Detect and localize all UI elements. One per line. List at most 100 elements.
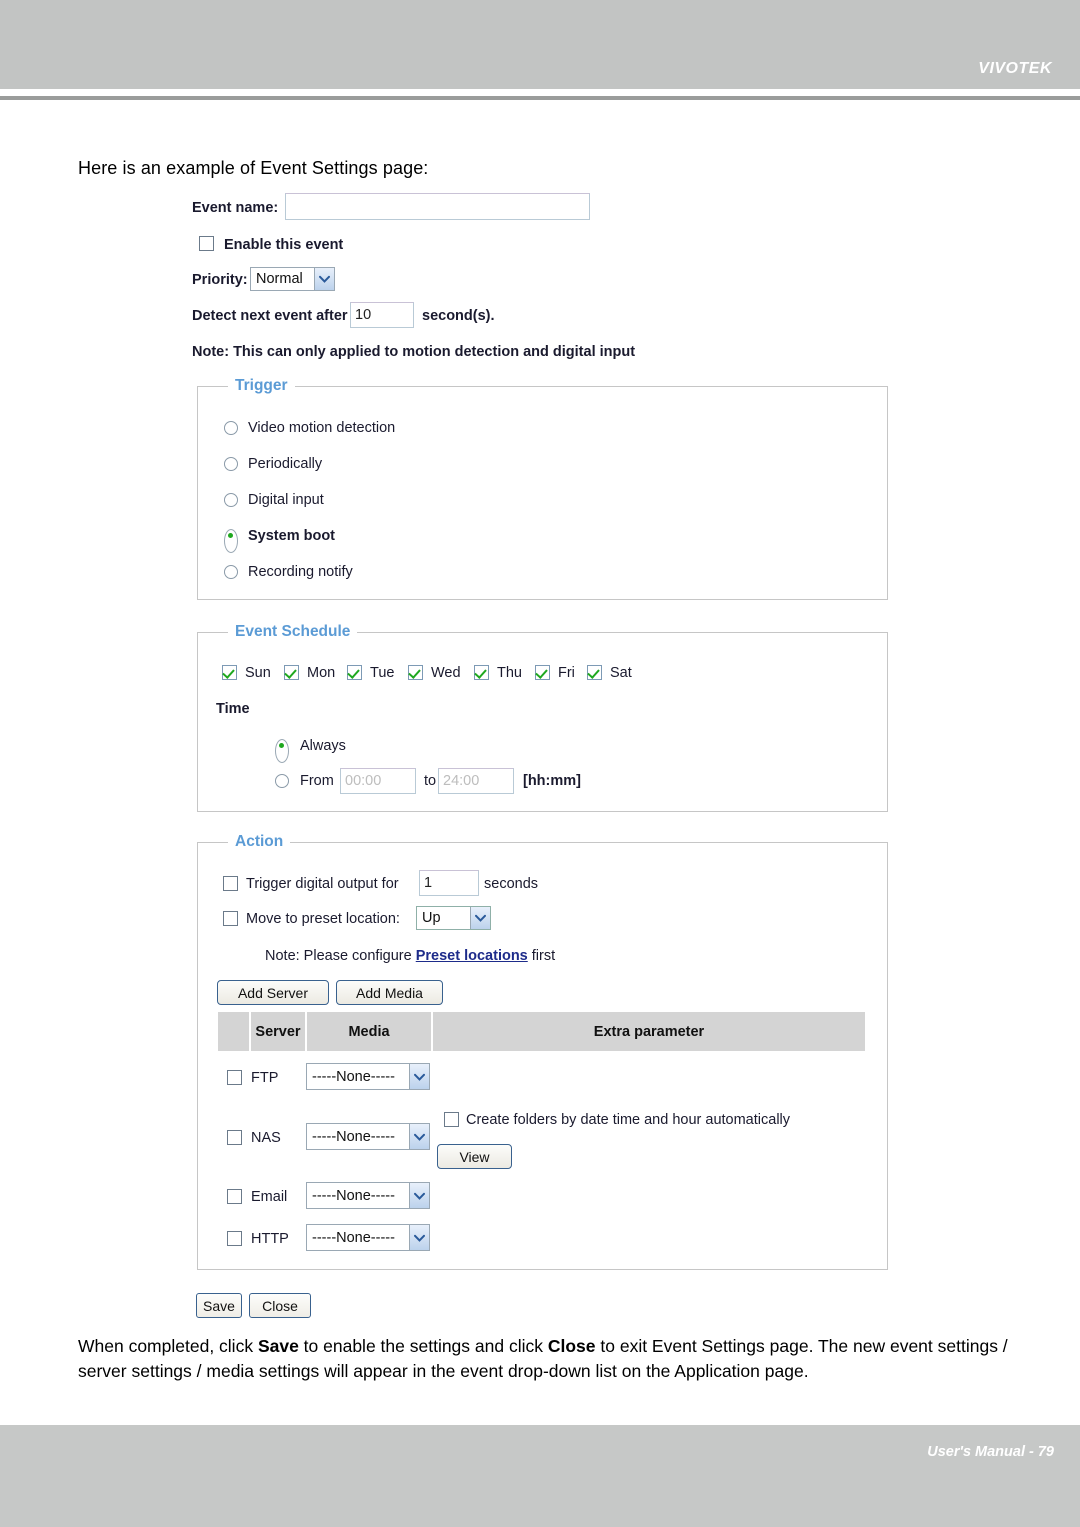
day-label-wed: Wed [431, 665, 461, 681]
action-row-checkbox-email[interactable] [227, 1189, 242, 1204]
outro-part-1: When completed, click [78, 1336, 258, 1356]
trigger-radio-system-boot[interactable] [224, 529, 238, 553]
preset-location-value: Up [422, 910, 441, 926]
preset-note-suffix: first [527, 948, 556, 964]
move-to-preset-checkbox[interactable] [223, 911, 238, 926]
action-row-checkbox-ftp[interactable] [227, 1070, 242, 1085]
event-schedule-legend: Event Schedule [228, 623, 358, 641]
event-settings-form: Event name: Enable this event Priority: … [0, 0, 1080, 1527]
action-table-header-media: Media [307, 1012, 431, 1051]
action-row-checkbox-http[interactable] [227, 1231, 242, 1246]
close-button[interactable]: Close [249, 1293, 311, 1318]
time-label-to: to [424, 773, 437, 789]
chevron-down-icon [470, 907, 490, 929]
trigger-radio-periodically[interactable] [224, 457, 238, 471]
view-button[interactable]: View [437, 1144, 512, 1169]
preset-note: Note: Please configure Preset locations … [265, 948, 555, 964]
day-label-sat: Sat [610, 665, 632, 681]
chevron-down-icon [409, 1225, 429, 1250]
media-select-value-http: -----None----- [312, 1229, 395, 1246]
trigger-digital-output-input[interactable]: 1 [419, 870, 479, 896]
media-select-email[interactable]: -----None----- [306, 1182, 430, 1209]
trigger-radio-digital-input[interactable] [224, 493, 238, 507]
trigger-digital-output-label: Trigger digital output for [246, 876, 399, 892]
trigger-radio-recording-notify[interactable] [224, 565, 238, 579]
time-label: Time [216, 701, 250, 717]
action-table-header-blank [218, 1012, 249, 1051]
enable-event-label: Enable this event [224, 237, 344, 253]
outro-paragraph: When completed, click Save to enable the… [78, 1334, 1013, 1384]
priority-select-value: Normal [256, 271, 303, 287]
chevron-down-icon [409, 1183, 429, 1208]
enable-event-checkbox[interactable] [199, 236, 214, 251]
create-folders-label: Create folders by date time and hour aut… [466, 1112, 791, 1128]
chevron-down-icon [409, 1064, 429, 1089]
trigger-radio-video-motion-detection[interactable] [224, 421, 238, 435]
trigger-label-system-boot: System boot [248, 528, 336, 544]
day-label-sun: Sun [245, 665, 271, 681]
outro-part-2: to enable the settings and click [298, 1336, 548, 1356]
time-radio-range[interactable] [275, 774, 289, 788]
event-name-label: Event name: [192, 200, 279, 216]
day-checkbox-sun[interactable] [222, 665, 237, 680]
day-label-fri: Fri [558, 665, 575, 681]
priority-select[interactable]: Normal [250, 267, 335, 291]
time-label-from: From [300, 773, 334, 789]
outro-save-emphasis: Save [257, 1336, 299, 1356]
trigger-legend: Trigger [228, 377, 295, 395]
chevron-down-icon [314, 268, 334, 290]
action-legend: Action [228, 833, 291, 851]
detect-note-text: Note: This can only applied to motion de… [192, 344, 636, 360]
media-select-nas[interactable]: -----None----- [306, 1123, 430, 1150]
add-media-button[interactable]: Add Media [336, 980, 443, 1005]
action-row-label-nas: NAS [251, 1130, 281, 1146]
media-select-value-nas: -----None----- [312, 1128, 395, 1145]
page-footer-band [0, 1425, 1080, 1527]
trigger-label-digital-input: Digital input [248, 492, 324, 508]
trigger-label-video-motion-detection: Video motion detection [248, 420, 396, 436]
trigger-digital-output-suffix: seconds [484, 876, 539, 892]
time-radio-always[interactable] [275, 739, 289, 763]
detect-next-event-label: Detect next event after [192, 308, 348, 324]
day-checkbox-wed[interactable] [408, 665, 423, 680]
create-folders-checkbox[interactable] [444, 1112, 459, 1127]
trigger-digital-output-checkbox[interactable] [223, 876, 238, 891]
action-table-header-server: Server [251, 1012, 305, 1051]
time-to-input[interactable]: 24:00 [438, 768, 514, 794]
save-button[interactable]: Save [196, 1293, 242, 1318]
time-label-always: Always [300, 738, 346, 754]
day-checkbox-tue[interactable] [347, 665, 362, 680]
move-to-preset-label: Move to preset location: [246, 911, 400, 927]
day-label-thu: Thu [497, 665, 522, 681]
media-select-value-email: -----None----- [312, 1187, 395, 1204]
preset-note-prefix: Note: Please configure [265, 948, 416, 964]
day-checkbox-sat[interactable] [587, 665, 602, 680]
action-row-label-http: HTTP [251, 1231, 289, 1247]
trigger-label-periodically: Periodically [248, 456, 323, 472]
day-checkbox-mon[interactable] [284, 665, 299, 680]
action-table-header-extra: Extra parameter [433, 1012, 865, 1051]
day-label-mon: Mon [307, 665, 336, 681]
media-select-http[interactable]: -----None----- [306, 1224, 430, 1251]
day-label-tue: Tue [370, 665, 395, 681]
media-select-value-ftp: -----None----- [312, 1068, 395, 1085]
detect-next-event-suffix: second(s). [422, 308, 495, 324]
action-fieldset [197, 842, 888, 1270]
media-select-ftp[interactable]: -----None----- [306, 1063, 430, 1090]
day-checkbox-thu[interactable] [474, 665, 489, 680]
action-row-label-ftp: FTP [251, 1070, 279, 1086]
preset-location-select[interactable]: Up [416, 906, 491, 930]
action-row-label-email: Email [251, 1189, 288, 1205]
preset-locations-link[interactable]: Preset locations [416, 948, 528, 964]
add-server-button[interactable]: Add Server [217, 980, 329, 1005]
event-name-input[interactable] [285, 193, 590, 220]
action-row-checkbox-nas[interactable] [227, 1130, 242, 1145]
detect-next-event-input[interactable]: 10 [350, 302, 414, 328]
chevron-down-icon [409, 1124, 429, 1149]
outro-close-emphasis: Close [547, 1336, 596, 1356]
footer-page-label: User's Manual - 79 [927, 1444, 1054, 1460]
day-checkbox-fri[interactable] [535, 665, 550, 680]
time-format-hint: [hh:mm] [523, 773, 581, 789]
priority-label: Priority: [192, 272, 248, 288]
time-from-input[interactable]: 00:00 [340, 768, 416, 794]
